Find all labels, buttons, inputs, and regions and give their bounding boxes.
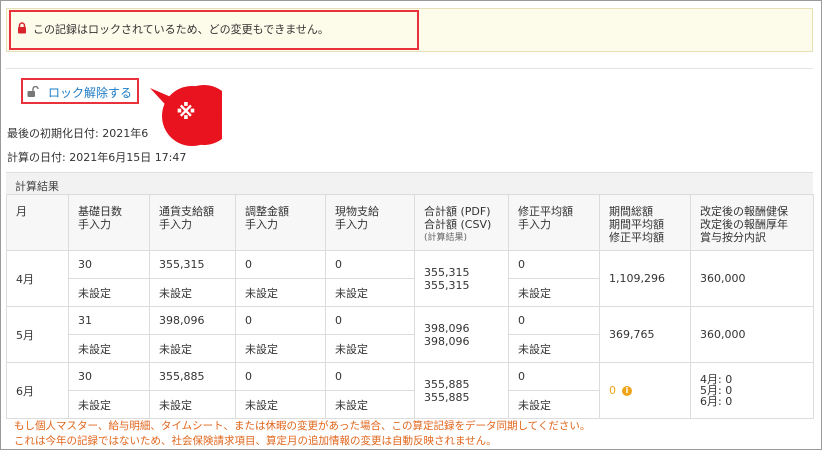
- cell: 0: [325, 362, 415, 391]
- col-base-days: 基礎日数 手入力: [68, 194, 150, 251]
- cell: 0: [508, 362, 600, 391]
- period-cell: 1,109,296: [599, 250, 691, 307]
- cell: 未設定: [149, 390, 236, 419]
- cell: 0: [235, 250, 326, 279]
- cell: 未設定: [68, 334, 150, 363]
- cell: 未設定: [68, 278, 150, 307]
- cell: 未設定: [508, 278, 600, 307]
- table-row: 6月 30 355,885 0 0 355,885 355,885 0 0i 4月…: [6, 362, 814, 419]
- revised-cell: 360,000: [690, 250, 814, 307]
- cell: 31: [68, 306, 150, 335]
- calculated-date: 計算の日付: 2021年6月15日 17:47: [7, 151, 187, 164]
- section-title: 計算結果: [15, 180, 59, 193]
- period-cell: 0i: [599, 362, 691, 419]
- cell: 未設定: [149, 334, 236, 363]
- cell: 未設定: [325, 390, 415, 419]
- table-row: 5月 31 398,096 0 0 398,096 398,096 0 369,7…: [6, 306, 814, 363]
- unlock-link[interactable]: ロック解除する: [48, 84, 132, 101]
- col-adjust: 調整金額 手入力: [235, 194, 326, 251]
- total-cell: 355,885 355,885: [414, 362, 509, 419]
- period-cell: 369,765: [599, 306, 691, 363]
- col-month: 月: [6, 194, 69, 251]
- cell: 355,315: [149, 250, 236, 279]
- cell: 未設定: [325, 334, 415, 363]
- col-currency: 通貨支給額 手入力: [149, 194, 236, 251]
- cell: 未設定: [325, 278, 415, 307]
- cell: 0: [508, 306, 600, 335]
- cell: 0: [235, 306, 326, 335]
- table-row: 4月 30 355,315 0 0 355,315 355,315 0 1,109…: [6, 250, 814, 307]
- sync-note: もし個人マスター、給与明細、タイムシート、または休暇の変更があった場合、この算定…: [14, 420, 591, 432]
- lock-icon: [17, 22, 27, 34]
- cell: 0: [325, 250, 415, 279]
- cell: 30: [68, 362, 150, 391]
- info-icon[interactable]: i: [622, 386, 632, 396]
- cell: 未設定: [235, 390, 326, 419]
- cell: 0: [235, 362, 326, 391]
- unlock-icon[interactable]: [27, 85, 39, 98]
- month-link[interactable]: 4月: [6, 250, 69, 307]
- cell: 30: [68, 250, 150, 279]
- calc-result-table: 月 基礎日数 手入力 通貨支給額 手入力 調整金額 手入力 現物支給 手入力 合計額 (…: [6, 194, 814, 419]
- revised-cell: 4月: 0 5月: 0 6月: 0: [690, 362, 814, 419]
- col-total: 合計額 (PDF) 合計額 (CSV) (計算結果): [414, 194, 509, 251]
- cell: 0: [508, 250, 600, 279]
- lock-message: この記録はロックされているため、どの変更もできません。: [33, 23, 329, 36]
- col-mod-avg: 修正平均額 手入力: [508, 194, 600, 251]
- table-header: 月 基礎日数 手入力 通貨支給額 手入力 調整金額 手入力 現物支給 手入力 合計額 (…: [6, 194, 814, 251]
- revised-cell: 360,000: [690, 306, 814, 363]
- cell: 398,096: [149, 306, 236, 335]
- initialized-date: 最後の初期化日付: 2021年6: [7, 127, 149, 140]
- cell: 未設定: [508, 334, 600, 363]
- cell: 未設定: [68, 390, 150, 419]
- col-in-kind: 現物支給 手入力: [325, 194, 415, 251]
- callout-mark: ※: [176, 100, 196, 124]
- cell: 未設定: [149, 278, 236, 307]
- cell: 未設定: [508, 390, 600, 419]
- total-cell: 398,096 398,096: [414, 306, 509, 363]
- cell: 0: [325, 306, 415, 335]
- divider: [6, 68, 813, 69]
- section-header: 計算結果: [6, 172, 813, 194]
- col-period: 期間総額 期間平均額 修正平均額: [599, 194, 691, 251]
- month-link[interactable]: 5月: [6, 306, 69, 363]
- col-revised: 改定後の報酬健保 改定後の報酬厚年 賞与按分内訳: [690, 194, 814, 251]
- total-cell: 355,315 355,315: [414, 250, 509, 307]
- month-link[interactable]: 6月: [6, 362, 69, 419]
- cell: 未設定: [235, 278, 326, 307]
- cell: 355,885: [149, 362, 236, 391]
- cell: 未設定: [235, 334, 326, 363]
- auto-reflect-note: これは今年の記録ではないため、社会保険請求項目、算定月の追加情報の変更は自動反映…: [14, 435, 497, 447]
